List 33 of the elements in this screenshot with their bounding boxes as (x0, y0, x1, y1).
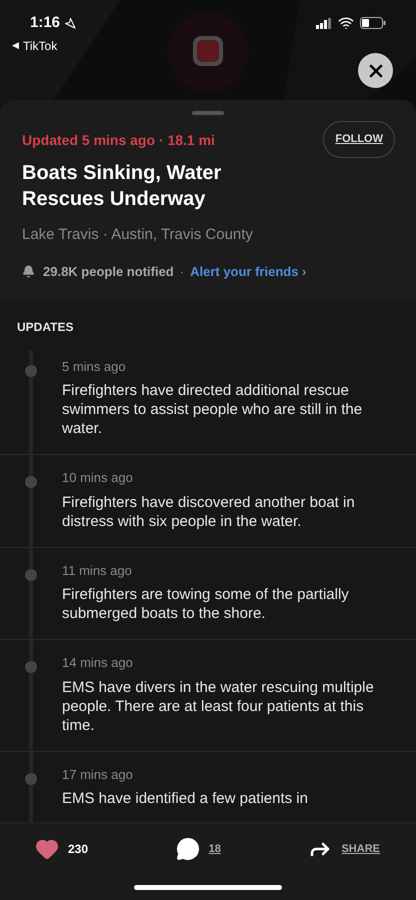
alert-friends-link[interactable]: Alert your friends › (190, 262, 306, 282)
location-icon (64, 17, 76, 30)
back-to-app-link[interactable]: ◀ TikTok (12, 36, 58, 54)
follow-button[interactable]: FOLLOW (323, 121, 395, 158)
update-text: EMS have identified a few patients in (62, 789, 309, 808)
update-time: 14 mins ago (62, 654, 134, 672)
update-time: 10 mins ago (62, 469, 134, 487)
battery-icon (360, 17, 386, 30)
status-time: 1:16 (30, 13, 60, 33)
back-app-name: TikTok (23, 38, 58, 54)
comment-bubble-icon (176, 837, 200, 861)
update-time: 5 mins ago (62, 358, 127, 376)
drag-handle[interactable] (192, 111, 224, 115)
wifi-icon (338, 15, 354, 32)
update-text: EMS have divers in the water rescuing multiple people. There are at least four patients at this time. (62, 678, 375, 734)
share-button[interactable]: SHARE (308, 837, 380, 861)
separator-dot: · (180, 263, 184, 281)
update-text: Firefighters have discovered another boat in distress with six people in the water. (62, 492, 356, 530)
update-time: 17 mins ago (62, 766, 134, 784)
back-arrow: ◀ (12, 38, 19, 52)
updates-heading: UPDATES (16, 318, 74, 336)
signal-icon (316, 18, 332, 29)
event-location: Lake Travis · Austin, Travis County (22, 224, 254, 244)
bell-icon (22, 265, 35, 278)
event-title: Boats Sinking, Water Rescues Underway (22, 160, 222, 212)
update-time: 11 mins ago (62, 562, 133, 580)
update-meta: Updated 5 mins ago · 18.1 mi (22, 131, 215, 150)
like-button[interactable]: 230 (35, 837, 88, 861)
update-text: Firefighters have directed additional rescue swimmers to assist people who are still in the water. (62, 381, 364, 438)
comments-button[interactable]: 18 (176, 837, 221, 861)
notified-count: 29.8K people notified (43, 263, 174, 281)
heart-icon (35, 837, 59, 861)
update-text: Firefighters are towing some of the partially submerged boats to the shore. (62, 585, 350, 623)
